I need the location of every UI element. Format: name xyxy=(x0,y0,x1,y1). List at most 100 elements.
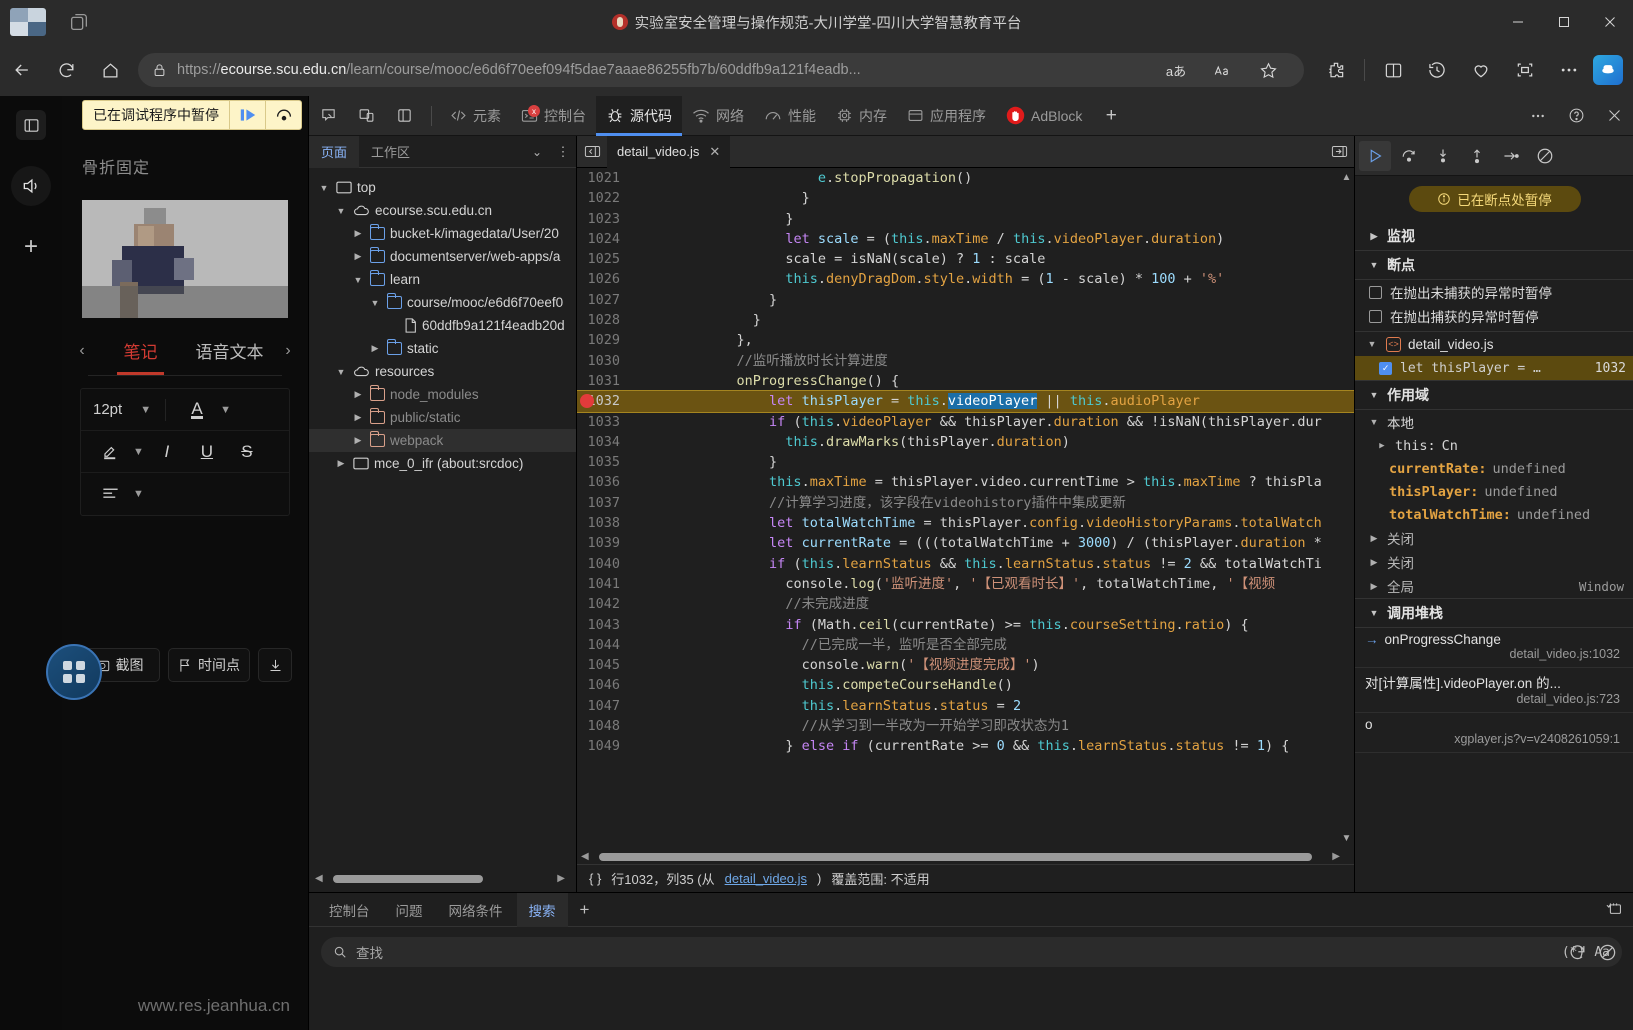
line-number[interactable]: 1022 xyxy=(577,188,629,208)
align-left-icon[interactable] xyxy=(93,480,127,508)
panel-toggle-icon[interactable] xyxy=(16,110,46,140)
line-number[interactable]: 1037 xyxy=(577,493,629,513)
favorite-star-icon[interactable] xyxy=(1246,52,1290,88)
line-number[interactable]: 1028 xyxy=(577,310,629,330)
code-line[interactable]: 1045 console.warn('【视频进度完成】') xyxy=(577,655,1354,675)
inspect-icon[interactable] xyxy=(309,96,347,136)
navigator-horizontal-scrollbar[interactable]: ◀ ▶ xyxy=(315,873,565,884)
scroll-down-icon[interactable]: ▼ xyxy=(1341,833,1352,844)
tabs-prev-icon[interactable]: ‹ xyxy=(70,342,94,360)
code-line[interactable]: 1024 let scale = (this.maxTime / this.vi… xyxy=(577,229,1354,249)
search-input-bar[interactable]: 查找 (*) Aa xyxy=(321,937,1622,967)
tab-application[interactable]: 应用程序 xyxy=(897,96,996,136)
split-screen-icon[interactable] xyxy=(1371,52,1415,88)
tree-node[interactable]: ▼ ecourse.scu.edu.cn xyxy=(309,199,576,222)
code-line[interactable]: 1049 } else if (currentRate >= 0 && this… xyxy=(577,736,1354,756)
floating-apps-button[interactable] xyxy=(46,644,102,700)
code-line[interactable]: 1046 this.competeCourseHandle() xyxy=(577,675,1354,695)
close-icon[interactable]: ✕ xyxy=(709,144,720,160)
pause-caught-checkbox[interactable] xyxy=(1369,309,1382,323)
line-number[interactable]: 1044 xyxy=(577,635,629,655)
step-out-icon[interactable] xyxy=(1461,141,1493,171)
line-number[interactable]: 1042 xyxy=(577,594,629,614)
line-number[interactable]: 1038 xyxy=(577,513,629,533)
line-number[interactable]: 1043 xyxy=(577,615,629,635)
history-icon[interactable] xyxy=(1415,52,1459,88)
chevron-down-icon[interactable]: ⌄ xyxy=(524,136,550,168)
code-line[interactable]: 1026 this.denyDragDom.style.width = (1 -… xyxy=(577,269,1354,289)
code-line[interactable]: 1041 console.log('监听进度', '【已观看时长】', tota… xyxy=(577,574,1354,594)
callstack-frame-1[interactable]: 对[计算属性].videoPlayer.on 的... detail_video… xyxy=(1355,668,1633,713)
line-number[interactable]: 1035 xyxy=(577,452,629,472)
banner-resume-icon[interactable] xyxy=(229,101,265,129)
tree-expander-icon[interactable]: ▼ xyxy=(368,298,382,308)
section-breakpoints[interactable]: ▼ 断点 xyxy=(1355,251,1633,279)
code-line[interactable]: 1025 scale = isNaN(scale) ? 1 : scale xyxy=(577,249,1354,269)
editor-horizontal-scrollbar[interactable]: ◀ ▶ xyxy=(581,851,1340,862)
line-number[interactable]: 1049 xyxy=(577,736,629,756)
tab-elements[interactable]: 元素 xyxy=(440,96,511,136)
tree-node[interactable]: ▶ mce_0_ifr (about:srcdoc) xyxy=(309,452,576,475)
scroll-left-icon[interactable]: ◀ xyxy=(315,873,323,884)
pause-uncaught-row[interactable]: 在抛出未捕获的异常时暂停 xyxy=(1355,280,1633,304)
section-callstack[interactable]: ▼ 调用堆栈 xyxy=(1355,599,1633,627)
status-source-link[interactable]: detail_video.js xyxy=(725,871,807,886)
code-line[interactable]: 1044 //已完成一半，监听是否全部完成 xyxy=(577,635,1354,655)
tree-node[interactable]: ▼ top xyxy=(309,176,576,199)
scroll-up-icon[interactable]: ▲ xyxy=(1341,172,1352,183)
tree-node[interactable]: ▶ node_modules xyxy=(309,383,576,406)
copilot-icon[interactable] xyxy=(1593,55,1623,85)
volume-icon[interactable] xyxy=(11,166,51,206)
code-line[interactable]: 1033 if (this.videoPlayer && thisPlayer.… xyxy=(577,412,1354,432)
line-number[interactable]: 1031 xyxy=(577,371,629,391)
scope-local-row[interactable]: ▼ 本地 xyxy=(1355,410,1633,434)
breakpoint-marker-icon[interactable] xyxy=(580,394,594,409)
tab-stack-icon[interactable] xyxy=(68,11,90,33)
search-clear-icon[interactable] xyxy=(1594,939,1620,965)
tree-expander-icon[interactable]: ▶ xyxy=(368,343,382,354)
code-line[interactable]: 1040 if (this.learnStatus && this.learnS… xyxy=(577,554,1354,574)
deactivate-breakpoints-icon[interactable] xyxy=(1529,141,1561,171)
home-icon[interactable] xyxy=(88,52,132,88)
show-debugger-icon[interactable] xyxy=(1324,136,1354,168)
step-over-icon[interactable] xyxy=(1393,141,1425,171)
scope-group-closure-1[interactable]: ▶ 关闭 xyxy=(1355,526,1633,550)
tab-sources[interactable]: 源代码 xyxy=(596,95,682,136)
code-line[interactable]: 1042 //未完成进度 xyxy=(577,594,1354,614)
breakpoint-entry-row[interactable]: ✓ let thisPlayer = … 1032 xyxy=(1355,356,1633,380)
tree-node[interactable]: ▼ learn xyxy=(309,268,576,291)
line-number[interactable]: 1024 xyxy=(577,229,629,249)
line-number[interactable]: 1029 xyxy=(577,330,629,350)
align-chevron-icon[interactable]: ▼ xyxy=(133,488,144,500)
search-refresh-icon[interactable] xyxy=(1564,939,1590,965)
scope-var-totalwatchtime[interactable]: totalWatchTime: undefined xyxy=(1355,503,1633,526)
code-line[interactable]: 1037 //计算学习进度，该字段在videohistory插件中集成更新 xyxy=(577,493,1354,513)
scope-group-global[interactable]: ▶ 全局 Window xyxy=(1355,574,1633,598)
navigator-tab-workspace[interactable]: 工作区 xyxy=(359,136,422,168)
help-icon[interactable] xyxy=(1557,96,1595,136)
add-icon[interactable]: + xyxy=(16,232,46,262)
format-braces-icon[interactable]: { } xyxy=(589,871,601,886)
drawer-tab-search[interactable]: 搜索 xyxy=(516,892,568,927)
line-number[interactable]: 1027 xyxy=(577,290,629,310)
screenshot-icon[interactable] xyxy=(1503,52,1547,88)
code-line[interactable]: 1022 } xyxy=(577,188,1354,208)
scroll-right-icon[interactable]: ▶ xyxy=(557,873,565,884)
highlighter-chevron-icon[interactable]: ▼ xyxy=(133,446,144,458)
tree-expander-icon[interactable]: ▶ xyxy=(351,412,365,423)
breakpoint-checkbox[interactable]: ✓ xyxy=(1379,361,1392,375)
dock-side-icon[interactable] xyxy=(385,96,423,136)
line-number[interactable]: 1025 xyxy=(577,249,629,269)
tree-expander-icon[interactable]: ▼ xyxy=(334,367,348,377)
tree-node[interactable]: ▼ resources xyxy=(309,360,576,383)
pause-caught-row[interactable]: 在抛出捕获的异常时暂停 xyxy=(1355,304,1633,328)
tree-node[interactable]: ▶ bucket-k/imagedata/User/20 xyxy=(309,222,576,245)
settings-more-icon[interactable] xyxy=(1547,52,1591,88)
pause-uncaught-checkbox[interactable] xyxy=(1369,285,1382,299)
device-toolbar-icon[interactable] xyxy=(347,96,385,136)
highlighter-icon[interactable] xyxy=(93,438,127,466)
line-number[interactable]: 1048 xyxy=(577,716,629,736)
video-thumbnail[interactable] xyxy=(82,200,288,318)
line-number[interactable]: 1030 xyxy=(577,351,629,371)
download-button[interactable] xyxy=(258,648,292,682)
